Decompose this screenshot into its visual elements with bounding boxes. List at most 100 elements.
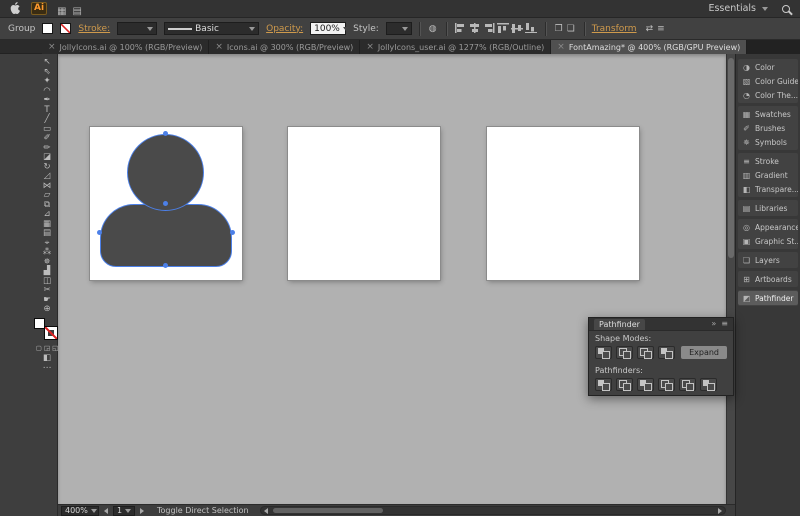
divider	[583, 21, 585, 36]
transform-panel-link[interactable]: Transform	[592, 24, 637, 34]
dock-item-transparency[interactable]: ◧ Transpare...	[738, 182, 798, 196]
dock-item-swatches[interactable]: ▦ Swatches	[738, 107, 798, 121]
dock-item-brushes[interactable]: ✐ Brushes	[738, 121, 798, 135]
edit-toolbar-button[interactable]: ⋯	[37, 363, 57, 374]
unite-button[interactable]	[595, 346, 612, 359]
dock-item-color-themes[interactable]: ◔ Color The...	[738, 88, 798, 102]
stroke-panel-link[interactable]: Stroke:	[78, 24, 110, 34]
pathfinder-panel-header[interactable]: Pathfinder » ≡	[589, 318, 733, 331]
artboard-1[interactable]	[90, 127, 242, 280]
vertical-align-top-icon[interactable]	[496, 23, 509, 34]
arrange-documents-icon[interactable]: ▦	[57, 6, 66, 17]
dock-item-symbols[interactable]: ✵ Symbols	[738, 135, 798, 149]
tool-list: ↖ ⇖ ✦ ◠ ✒ T ╱ ▭ ✐ ✏ ◪ ↻ ◿ ⋈ ▱ ⧉ ⊿ ▦ ▤ ⌖ ⁂ ✵ ▟ ◫ ✂ ☛ ⊕	[37, 57, 57, 315]
horizontal-scroll-thumb[interactable]	[272, 508, 383, 513]
horizontal-align-center-icon[interactable]	[468, 23, 481, 34]
previous-artboard-icon[interactable]	[104, 507, 108, 514]
apple-menu-icon[interactable]	[10, 2, 21, 15]
artboard-navigation-select[interactable]: 1	[113, 505, 135, 516]
document-tab[interactable]: × JollyIcons.ai @ 100% (RGB/Preview)	[42, 40, 210, 54]
dock-item-libraries[interactable]: ▤ Libraries	[738, 201, 798, 215]
stroke-color-swatch[interactable]	[60, 23, 72, 34]
vertical-scroll-thumb[interactable]	[728, 58, 734, 258]
canvas[interactable]	[58, 54, 726, 504]
zoom-level-select[interactable]: 400%	[61, 505, 99, 516]
anchor-point[interactable]	[163, 131, 168, 136]
shape-mode-buttons	[595, 346, 675, 359]
anchor-point[interactable]	[163, 263, 168, 268]
fill-color-swatch[interactable]	[42, 23, 54, 34]
dock-item-label: Graphic St...	[755, 236, 798, 246]
minus-front-button[interactable]	[616, 346, 633, 359]
dock-item-graphic-styles[interactable]: ▣ Graphic St...	[738, 234, 798, 248]
brush-definition-select[interactable]: Basic	[164, 22, 260, 35]
workspace-switcher[interactable]: Essentials	[708, 3, 768, 14]
dock-item-layers[interactable]: ❏ Layers	[738, 253, 798, 267]
panel-menu-icon[interactable]: ≡	[721, 320, 728, 328]
vertical-scrollbar[interactable]	[726, 54, 735, 504]
artboard-2[interactable]	[288, 127, 440, 280]
artboard-3[interactable]	[487, 127, 639, 280]
expand-button[interactable]: Expand	[681, 346, 727, 359]
opacity-panel-link[interactable]: Opacity:	[266, 24, 303, 34]
distribute-objects-icon[interactable]: ❏	[567, 24, 575, 34]
crop-button[interactable]	[658, 378, 675, 391]
scroll-left-icon[interactable]	[263, 508, 268, 514]
user-icon-head-shape[interactable]	[127, 134, 204, 211]
trim-button[interactable]	[616, 378, 633, 391]
status-tool-hint: Toggle Direct Selection	[157, 506, 249, 515]
fill-color-control[interactable]	[34, 318, 45, 329]
dock-item-color[interactable]: ◑ Color	[738, 60, 798, 74]
dock-item-color-guide[interactable]: ▧ Color Guide	[738, 74, 798, 88]
collapse-panel-icon[interactable]: »	[711, 320, 716, 328]
close-tab-icon[interactable]: ×	[215, 42, 223, 52]
dock-item-stroke[interactable]: ≡ Stroke	[738, 154, 798, 168]
color-panel-icon: ◑	[743, 62, 750, 72]
document-layout-icon[interactable]: ▤	[73, 6, 82, 17]
chevron-down-icon	[125, 508, 132, 513]
divider	[544, 21, 546, 36]
close-tab-icon[interactable]: ×	[366, 42, 374, 52]
vertical-align-center-icon[interactable]	[510, 23, 523, 34]
horizontal-align-left-icon[interactable]	[454, 23, 467, 34]
exclude-button[interactable]	[658, 346, 675, 359]
horizontal-scrollbar[interactable]	[259, 506, 726, 515]
minus-back-button[interactable]	[700, 378, 717, 391]
search-icon[interactable]	[782, 4, 790, 13]
intersect-button[interactable]	[637, 346, 654, 359]
scroll-right-icon[interactable]	[718, 508, 722, 514]
stroke-weight-select[interactable]	[117, 22, 158, 35]
document-tab[interactable]: × Icons.ai @ 300% (RGB/Preview)	[209, 40, 361, 54]
divide-button[interactable]	[595, 378, 612, 391]
draw-behind-mode-button[interactable]: ◲	[44, 344, 50, 352]
align-to-artboard-icon[interactable]: ❐	[555, 24, 563, 34]
document-tab-bar: × JollyIcons.ai @ 100% (RGB/Preview) × Icon…	[0, 40, 748, 54]
chevron-down-icon	[249, 26, 256, 31]
opacity-input[interactable]: 100%	[310, 22, 349, 35]
dock-item-gradient[interactable]: ▥ Gradient	[738, 168, 798, 182]
dock-item-appearance[interactable]: ◎ Appearance	[738, 220, 798, 234]
next-artboard-icon[interactable]	[140, 507, 144, 514]
control-panel-menu-icon[interactable]: ≡	[657, 24, 665, 34]
stroke-color-control[interactable]	[44, 326, 58, 340]
close-tab-icon[interactable]: ×	[557, 42, 565, 52]
document-tab[interactable]: × JollyIcons_user.ai @ 1277% (RGB/Outline…	[360, 40, 552, 54]
vertical-align-bottom-icon[interactable]	[524, 23, 537, 34]
intersect-icon	[640, 348, 652, 359]
transform-options-icon[interactable]: ⇄	[646, 24, 654, 34]
recolor-artwork-icon[interactable]: ◍	[429, 24, 437, 34]
style-select[interactable]	[385, 22, 412, 35]
dock-item-pathfinder[interactable]: ◩ Pathfinder	[738, 291, 798, 305]
anchor-point[interactable]	[230, 230, 235, 235]
merge-button[interactable]	[637, 378, 654, 391]
anchor-point[interactable]	[163, 201, 168, 206]
document-tab[interactable]: × FontAmazing* @ 400% (RGB/GPU Preview)	[551, 40, 748, 54]
draw-normal-mode-button[interactable]: ▢	[36, 344, 42, 352]
user-icon-body-shape[interactable]	[100, 204, 232, 267]
anchor-point[interactable]	[97, 230, 102, 235]
horizontal-align-right-icon[interactable]	[482, 23, 495, 34]
zoom-tool[interactable]: ⊕	[37, 304, 57, 315]
dock-item-artboards[interactable]: ⊞ Artboards	[738, 272, 798, 286]
outline-button[interactable]	[679, 378, 696, 391]
close-tab-icon[interactable]: ×	[48, 42, 56, 52]
